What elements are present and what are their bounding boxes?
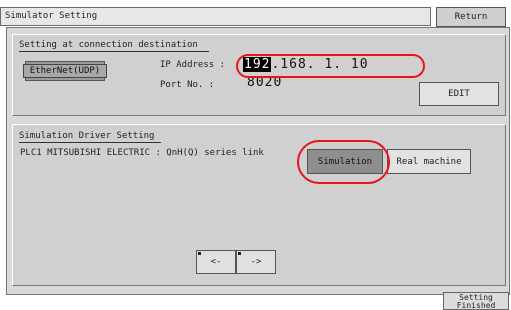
ip-address-label: IP Address : bbox=[160, 60, 226, 70]
previous-label: <- bbox=[210, 257, 222, 267]
driver-description: PLC1 MITSUBISHI ELECTRIC : QnH(Q) series… bbox=[20, 148, 264, 158]
window-title: Simulator Setting bbox=[5, 11, 98, 21]
connection-legend: Setting at connection destination bbox=[19, 40, 198, 50]
ethernet-udp-label: EtherNet(UDP) bbox=[22, 64, 108, 78]
port-number-label: Port No. : bbox=[160, 80, 215, 90]
simulator-setting-screen: Simulator Setting Return Setting at conn… bbox=[0, 0, 511, 310]
corner-marker-icon bbox=[238, 252, 241, 255]
simulation-legend-underline bbox=[19, 142, 161, 143]
real-machine-button[interactable]: Real machine bbox=[387, 149, 471, 174]
title-bar: Simulator Setting bbox=[0, 7, 431, 26]
edit-button[interactable]: EDIT bbox=[419, 82, 499, 106]
previous-button[interactable]: <- bbox=[196, 250, 236, 274]
connection-legend-underline bbox=[19, 51, 209, 52]
setting-finished-button[interactable]: Setting Finished bbox=[443, 292, 509, 310]
corner-marker-icon bbox=[198, 252, 201, 255]
ethernet-udp-button[interactable]: EtherNet(UDP) bbox=[22, 61, 108, 81]
next-label: -> bbox=[250, 257, 262, 267]
simulation-highlight-oval bbox=[297, 140, 390, 184]
ip-highlight-oval bbox=[236, 54, 425, 78]
return-button[interactable]: Return bbox=[436, 7, 506, 27]
next-button[interactable]: -> bbox=[236, 250, 276, 274]
simulation-legend: Simulation Driver Setting bbox=[19, 131, 155, 141]
